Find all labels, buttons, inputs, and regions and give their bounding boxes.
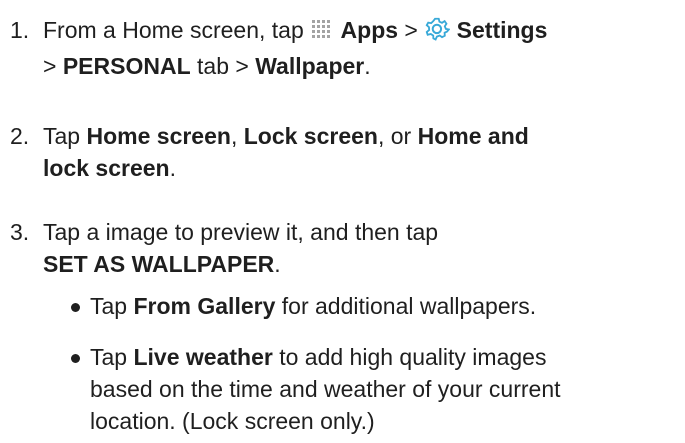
- step-text-fragment: >: [43, 53, 63, 79]
- bullet-dot: [71, 354, 80, 363]
- step-text-fragment: ,: [230, 123, 244, 149]
- step-text: Tap a image to preview it, and then tap S…: [43, 216, 683, 280]
- step-text-fragment: From a Home screen, tap: [43, 17, 311, 43]
- step-text-fragment: Tap: [43, 123, 87, 149]
- lock-screen-label: Lock screen: [243, 123, 378, 149]
- settings-gear-icon: [424, 16, 451, 50]
- bullet-text-fragment: location. (Lock screen only.): [90, 408, 375, 434]
- step-text-fragment: .: [169, 155, 176, 181]
- bullet-text-fragment: Tap: [90, 344, 134, 370]
- live-weather-label: Live weather: [133, 344, 273, 370]
- settings-label: Settings: [456, 17, 548, 43]
- personal-tab-label: PERSONAL: [62, 53, 191, 79]
- step-text-fragment: >: [398, 17, 425, 43]
- apps-grid-icon: [310, 18, 334, 50]
- home-screen-label: Home screen: [86, 123, 231, 149]
- step-text-fragment: .: [274, 251, 281, 277]
- from-gallery-label: From Gallery: [133, 293, 276, 319]
- step-text-fragment: , or: [377, 123, 418, 149]
- bullet-text-fragment: Tap: [90, 293, 134, 319]
- step-text: From a Home screen, tap Apps > Settings >…: [43, 14, 683, 82]
- bullet-text-fragment: based on the time and weather of your cu…: [90, 376, 561, 402]
- step-text-fragment: .: [364, 53, 371, 79]
- wallpaper-label: Wallpaper: [255, 53, 365, 79]
- step-number: 1.: [10, 17, 30, 43]
- bullet-text-fragment: to add high quality images: [272, 344, 547, 370]
- bullet-dot: [71, 303, 80, 312]
- bullet-text-fragment: for additional wallpapers.: [275, 293, 537, 319]
- step-number: 2.: [10, 123, 30, 149]
- home-and-lock-label: Home and: [417, 123, 529, 149]
- set-as-wallpaper-label: SET AS WALLPAPER: [43, 251, 275, 277]
- step-text-fragment: tab >: [190, 53, 256, 79]
- step-number: 3.: [10, 219, 30, 245]
- bullet-text: Tap From Gallery for additional wallpape…: [90, 290, 682, 322]
- step-text: Tap Home screen, Lock screen, or Home an…: [43, 120, 683, 184]
- instructions-document: 1. From a Home screen, tap Apps > Settin…: [0, 0, 685, 443]
- step-text-fragment: Tap a image to preview it, and then tap: [43, 219, 439, 245]
- apps-label: Apps: [340, 17, 399, 43]
- bullet-text: Tap Live weather to add high quality ima…: [90, 341, 682, 437]
- home-and-lock-label: lock screen: [43, 155, 170, 181]
